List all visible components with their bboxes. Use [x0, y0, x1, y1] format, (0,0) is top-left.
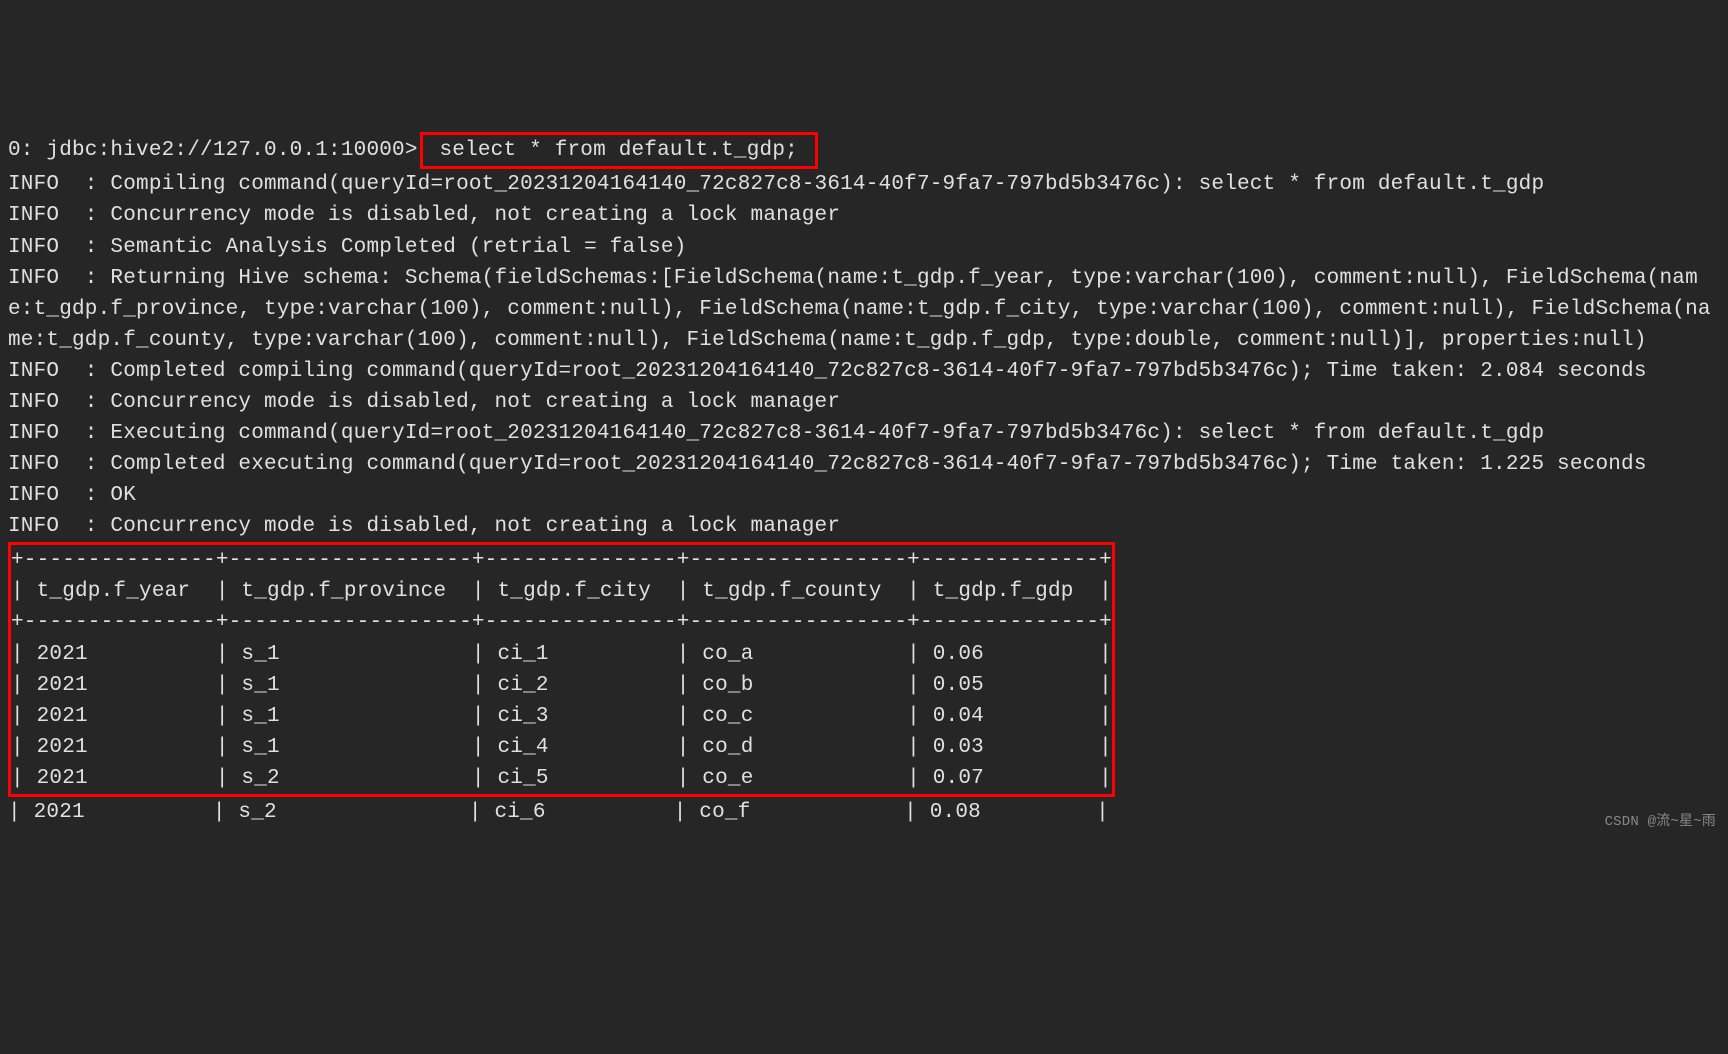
- log-line: INFO : OK: [8, 480, 1720, 511]
- table-data-rows: | 2021 | s_1 | ci_1 | co_a | 0.06 || 202…: [11, 639, 1112, 794]
- log-line: INFO : Executing command(queryId=root_20…: [8, 418, 1720, 449]
- log-output: INFO : Compiling command(queryId=root_20…: [8, 169, 1720, 542]
- log-line: INFO : Concurrency mode is disabled, not…: [8, 387, 1720, 418]
- table-divider-top: +---------------+-------------------+---…: [11, 545, 1112, 576]
- sql-command-highlight: select * from default.t_gdp;: [420, 132, 818, 169]
- log-line: INFO : Concurrency mode is disabled, not…: [8, 511, 1720, 542]
- table-header-row: | t_gdp.f_year | t_gdp.f_province | t_gd…: [11, 576, 1112, 607]
- table-row: | 2021 | s_1 | ci_1 | co_a | 0.06 |: [11, 639, 1112, 670]
- table-row: | 2021 | s_1 | ci_3 | co_c | 0.04 |: [11, 701, 1112, 732]
- table-trailing-row: | 2021 | s_2 | ci_6 | co_f | 0.08 |: [8, 797, 1720, 828]
- table-row: | 2021 | s_1 | ci_2 | co_b | 0.05 |: [11, 670, 1112, 701]
- table-row: | 2021 | s_2 | ci_5 | co_e | 0.07 |: [11, 763, 1112, 794]
- log-line: INFO : Completed compiling command(query…: [8, 356, 1720, 387]
- table-divider-mid: +---------------+-------------------+---…: [11, 607, 1112, 638]
- table-row: | 2021 | s_1 | ci_4 | co_d | 0.03 |: [11, 732, 1112, 763]
- log-line: INFO : Concurrency mode is disabled, not…: [8, 200, 1720, 231]
- prompt-prefix: 0: jdbc:hive2://127.0.0.1:10000>: [8, 139, 418, 162]
- log-line: INFO : Returning Hive schema: Schema(fie…: [8, 263, 1720, 356]
- log-line: INFO : Compiling command(queryId=root_20…: [8, 169, 1720, 200]
- log-line: INFO : Completed executing command(query…: [8, 449, 1720, 480]
- terminal-output: 0: jdbc:hive2://127.0.0.1:10000> select …: [8, 132, 1720, 828]
- watermark-text: CSDN @流~星~雨: [1605, 812, 1716, 833]
- result-table-highlight: +---------------+-------------------+---…: [8, 542, 1115, 797]
- log-line: INFO : Semantic Analysis Completed (retr…: [8, 232, 1720, 263]
